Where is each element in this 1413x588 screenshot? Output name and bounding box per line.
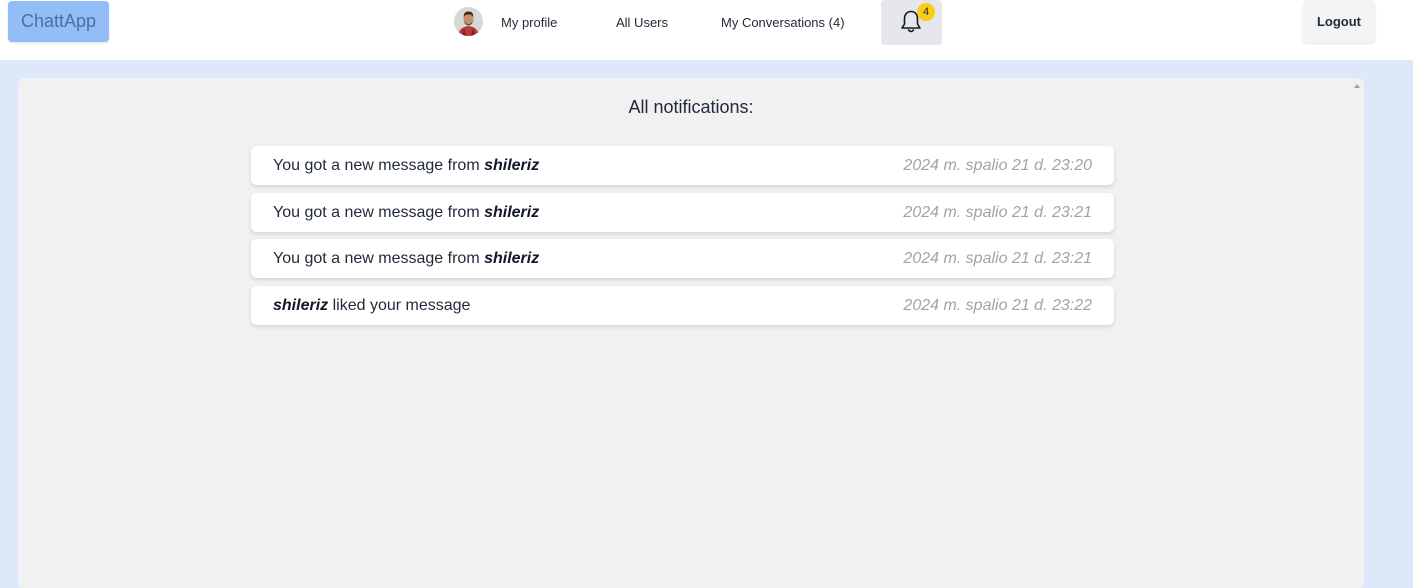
- notification-text: You got a new message from shileriz: [273, 250, 539, 268]
- notification-time: 2024 m. spalio 21 d. 23:21: [903, 250, 1092, 267]
- notification-text: You got a new message from shileriz: [273, 157, 539, 175]
- logout-button[interactable]: Logout: [1303, 0, 1375, 43]
- page-title: All notifications:: [628, 97, 754, 117]
- notification-user: shileriz: [484, 204, 540, 221]
- notification-user: shileriz: [484, 157, 540, 174]
- notification-user: shileriz: [273, 297, 329, 314]
- notification-text-before: You got a new message from: [273, 157, 485, 174]
- notification-text: You got a new message from shileriz: [273, 204, 539, 222]
- user-avatar-icon: [454, 7, 483, 36]
- notification-time: 2024 m. spalio 21 d. 23:22: [903, 297, 1092, 314]
- notification-item[interactable]: You got a new message from shileriz 2024…: [251, 193, 1114, 232]
- notification-text: shileriz liked your message: [273, 297, 470, 315]
- nav-my-profile[interactable]: My profile: [501, 14, 557, 31]
- nav-all-users[interactable]: All Users: [616, 14, 668, 31]
- navbar: ChattApp My profile All Users My Convers…: [0, 0, 1413, 60]
- notification-user: shileriz: [484, 250, 540, 267]
- notification-text-before: You got a new message from: [273, 204, 485, 221]
- notification-time: 2024 m. spalio 21 d. 23:20: [903, 157, 1092, 174]
- scroll-up-icon[interactable]: [1354, 84, 1360, 88]
- brand-logo-button[interactable]: ChattApp: [8, 1, 109, 42]
- notification-item[interactable]: You got a new message from shileriz 2024…: [251, 239, 1114, 278]
- notification-time: 2024 m. spalio 21 d. 23:21: [903, 204, 1092, 221]
- notification-text-after: liked your message: [328, 297, 471, 314]
- profile-avatar[interactable]: [454, 7, 483, 36]
- notifications-button[interactable]: 4: [881, 0, 942, 45]
- nav-my-conversations[interactable]: My Conversations (4): [721, 14, 845, 31]
- notification-count-badge: 4: [917, 3, 935, 21]
- notification-item[interactable]: You got a new message from shileriz 2024…: [251, 146, 1114, 185]
- notification-text-before: You got a new message from: [273, 250, 485, 267]
- notifications-panel: All notifications: You got a new message…: [18, 78, 1364, 588]
- notification-item[interactable]: shileriz liked your message 2024 m. spal…: [251, 286, 1114, 325]
